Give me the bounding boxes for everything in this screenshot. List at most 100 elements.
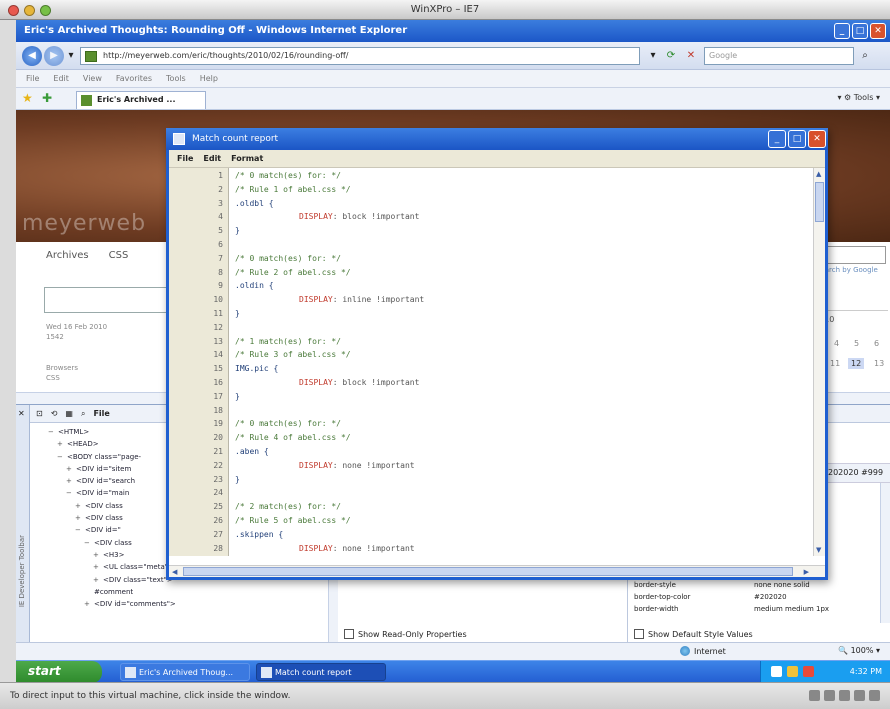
scroll-thumb[interactable] [815, 182, 824, 222]
scroll-right-icon[interactable]: ▶ [804, 568, 809, 576]
calendar-day[interactable]: 13 [874, 359, 884, 368]
forward-icon[interactable]: ▶ [44, 46, 64, 66]
dialog-maximize-icon[interactable]: □ [788, 130, 806, 148]
expand-toggle-icon[interactable]: + [93, 574, 103, 586]
code-comment: /* 0 match(es) for: */ [235, 253, 341, 263]
tools-button[interactable]: ▾ ⚙ Tools ▾ [837, 93, 880, 102]
calendar-day[interactable]: 5 [854, 339, 859, 348]
scroll-left-icon[interactable]: ◀ [172, 568, 177, 576]
dialog-vertical-scrollbar[interactable]: ▲ ▼ [813, 168, 825, 556]
tray-alert-icon[interactable] [803, 666, 814, 677]
expand-toggle-icon[interactable]: − [75, 524, 85, 536]
expand-toggle-icon[interactable]: + [66, 475, 76, 487]
back-icon[interactable]: ◀ [22, 46, 42, 66]
cd-icon[interactable] [824, 690, 835, 701]
usb-icon[interactable] [839, 690, 850, 701]
close-icon[interactable]: ✕ [870, 23, 886, 39]
expand-toggle-icon[interactable]: − [66, 487, 76, 499]
dom-tree-node[interactable]: + <DIV id="comments"> [48, 598, 337, 610]
zoom-level: 100% [850, 646, 874, 655]
site-nav: Archives CSS [36, 242, 166, 272]
dev-refresh-icon[interactable]: ⟲ [51, 409, 58, 418]
dev-find-icon[interactable]: ⌕ [81, 409, 85, 418]
sound-icon[interactable] [869, 690, 880, 701]
vm-screen[interactable]: Eric's Archived Thoughts: Rounding Off -… [16, 20, 890, 660]
dialog-horizontal-scrollbar[interactable]: ◀ ▶ [169, 565, 825, 577]
refresh-icon[interactable]: ⟳ [664, 49, 678, 63]
category-link[interactable]: Browsers [46, 363, 78, 373]
dom-tree-node[interactable]: #comment [48, 586, 337, 598]
menu-tools[interactable]: Tools [166, 74, 186, 83]
css-selector: } [235, 474, 240, 484]
read-only-toggle[interactable]: Show Read-Only Properties [344, 629, 467, 639]
scroll-up-icon[interactable]: ▲ [816, 170, 821, 178]
category-link[interactable]: CSS [46, 373, 78, 383]
css-selector: IMG.pic { [235, 364, 279, 374]
expand-toggle-icon[interactable]: + [84, 598, 94, 610]
disk-icon[interactable] [809, 690, 820, 701]
zoom-control[interactable]: 🔍 100% ▾ [838, 646, 880, 655]
taskbar-item-ie[interactable]: Eric's Archived Thoug... [120, 663, 250, 681]
expand-toggle-icon[interactable]: − [57, 451, 67, 463]
style-key: border-top-color [634, 593, 691, 601]
expand-toggle-icon[interactable]: + [93, 549, 103, 561]
menu-view[interactable]: View [83, 74, 102, 83]
scroll-down-icon[interactable]: ▼ [816, 546, 821, 554]
nav-css[interactable]: CSS [109, 250, 129, 264]
default-style-toggle[interactable]: Show Default Style Values [634, 629, 753, 639]
dialog-titlebar: Match count report _ □ ✕ [166, 128, 828, 150]
add-favorite-icon[interactable]: ✚ [42, 91, 52, 105]
calendar-day[interactable]: 4 [834, 339, 839, 348]
expand-toggle-icon[interactable]: + [75, 512, 85, 524]
dialog-menu-format[interactable]: Format [231, 154, 263, 163]
calendar-day[interactable]: 6 [874, 339, 879, 348]
expand-toggle-icon[interactable]: − [84, 537, 94, 549]
dialog-minimize-icon[interactable]: _ [768, 130, 786, 148]
expand-toggle-icon[interactable]: + [75, 500, 85, 512]
css-value: : none !important [332, 460, 415, 470]
history-dropdown-icon[interactable]: ▾ [64, 49, 78, 63]
nav-archives[interactable]: Archives [46, 250, 89, 264]
taskbar-item-match-report[interactable]: Match count report [256, 663, 386, 681]
expand-toggle-icon[interactable]: + [57, 438, 67, 450]
dialog-menu-edit[interactable]: Edit [203, 154, 221, 163]
menu-favorites[interactable]: Favorites [116, 74, 152, 83]
calendar-day-current[interactable]: 12 [848, 358, 865, 369]
address-bar[interactable]: http://meyerweb.com/eric/thoughts/2010/0… [80, 47, 640, 65]
security-zone[interactable]: Internet [680, 646, 726, 656]
hscroll-thumb[interactable] [183, 567, 793, 576]
default-style-checkbox[interactable] [634, 629, 644, 639]
code-editor[interactable]: 1 /* 0 match(es) for: */ 2 /* Rule 1 of abe… [169, 168, 813, 556]
styles-scrollbar[interactable] [880, 483, 890, 623]
expand-toggle-icon[interactable]: + [66, 463, 76, 475]
stop-icon[interactable]: ✕ [684, 49, 698, 63]
site-search-input[interactable] [44, 287, 170, 313]
css-declaration: DISPLAY: none !important [299, 461, 415, 470]
site-logo[interactable]: meyerweb [22, 211, 146, 236]
tray-security-icon[interactable] [787, 666, 798, 677]
dev-tree-icon[interactable]: ▦ [65, 409, 73, 418]
start-button[interactable]: start [16, 661, 102, 683]
search-icon[interactable]: ⌕ [858, 49, 872, 63]
tray-network-icon[interactable] [771, 666, 782, 677]
dev-select-icon[interactable]: ⊡ [36, 409, 43, 418]
line-number: 28 [213, 543, 223, 553]
dev-close-icon[interactable]: ✕ [18, 409, 25, 418]
expand-toggle-icon[interactable]: − [48, 426, 58, 438]
search-input[interactable]: Google [704, 47, 854, 65]
calendar-day[interactable]: 11 [830, 359, 840, 368]
address-dropdown-icon[interactable]: ▾ [646, 49, 660, 63]
tab-erics-archived[interactable]: Eric's Archived ... [76, 91, 206, 109]
menu-help[interactable]: Help [200, 74, 218, 83]
menu-edit[interactable]: Edit [53, 74, 69, 83]
menu-file[interactable]: File [26, 74, 39, 83]
maximize-icon[interactable]: □ [852, 23, 868, 39]
dialog-close-icon[interactable]: ✕ [808, 130, 826, 148]
expand-toggle-icon[interactable]: + [93, 561, 103, 573]
dialog-menu-file[interactable]: File [177, 154, 193, 163]
network-icon[interactable] [854, 690, 865, 701]
minimize-icon[interactable]: _ [834, 23, 850, 39]
favorites-star-icon[interactable]: ★ [22, 91, 33, 105]
dev-file-menu[interactable]: File [93, 409, 109, 418]
read-only-checkbox[interactable] [344, 629, 354, 639]
